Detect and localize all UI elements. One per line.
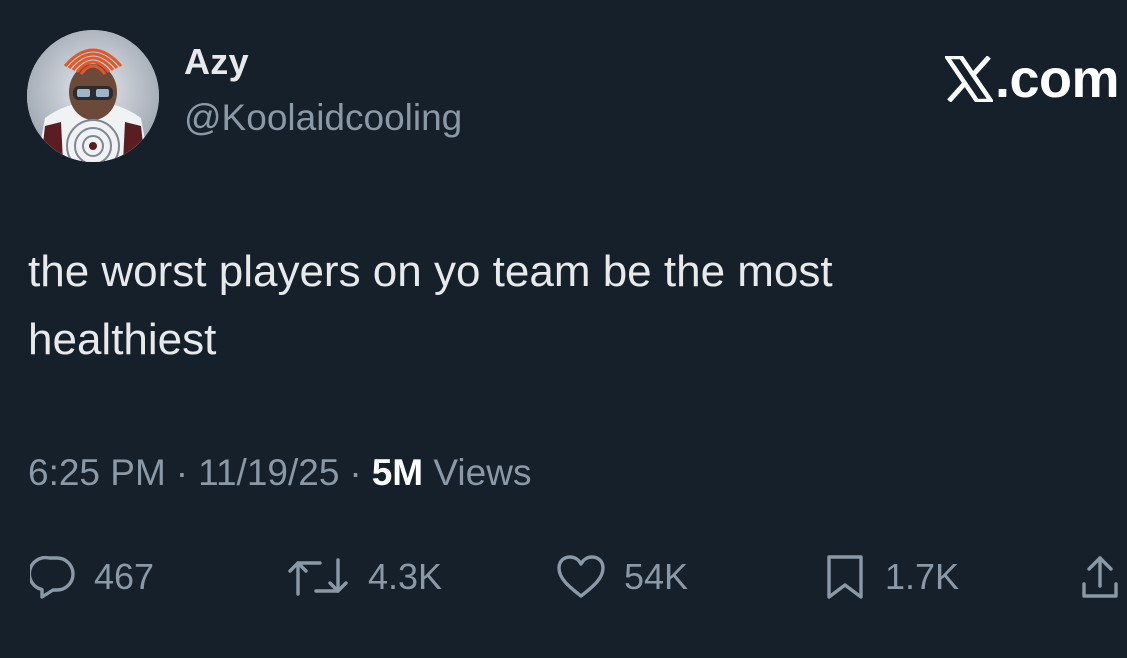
share-button[interactable] — [1080, 554, 1127, 600]
x-brand-watermark: .com — [944, 49, 1120, 109]
tweet-time[interactable]: 6:25 PM — [28, 452, 166, 493]
x-logo-icon — [944, 56, 993, 102]
retweet-arrows-icon — [288, 558, 348, 596]
retweet-button[interactable]: 4.3K — [286, 554, 442, 600]
share-upload-icon — [1082, 556, 1118, 598]
bookmark-count: 1.7K — [885, 556, 960, 597]
bookmark-button[interactable]: 1.7K — [823, 554, 959, 600]
retweet-count: 4.3K — [368, 556, 443, 597]
views-label: Views — [433, 452, 532, 493]
reply-button[interactable]: 467 — [30, 554, 154, 600]
like-button[interactable]: 54K — [556, 554, 688, 600]
tweet-card: Azy @Koolaidcooling .com the worst playe… — [0, 0, 1127, 658]
views-count: 5M — [371, 452, 424, 493]
like-count: 54K — [624, 556, 689, 597]
tweet-metadata: 6:25 PM · 11/19/25 · 5M Views — [28, 454, 531, 491]
tweet-date[interactable]: 11/19/25 — [198, 452, 339, 493]
author-display-name[interactable]: Azy — [184, 44, 249, 80]
bookmark-icon — [827, 555, 863, 599]
avatar[interactable] — [27, 30, 159, 162]
meta-separator: · — [349, 452, 362, 493]
meta-separator: · — [175, 452, 189, 493]
reply-bubble-icon — [30, 555, 75, 599]
author-handle[interactable]: @Koolaidcooling — [184, 99, 462, 136]
tweet-text: the worst players on yo team be the most… — [28, 247, 833, 364]
avatar-image — [27, 30, 159, 162]
heart-icon — [557, 555, 605, 598]
brand-domain-label: .com — [994, 49, 1120, 109]
reply-count: 467 — [94, 556, 155, 597]
